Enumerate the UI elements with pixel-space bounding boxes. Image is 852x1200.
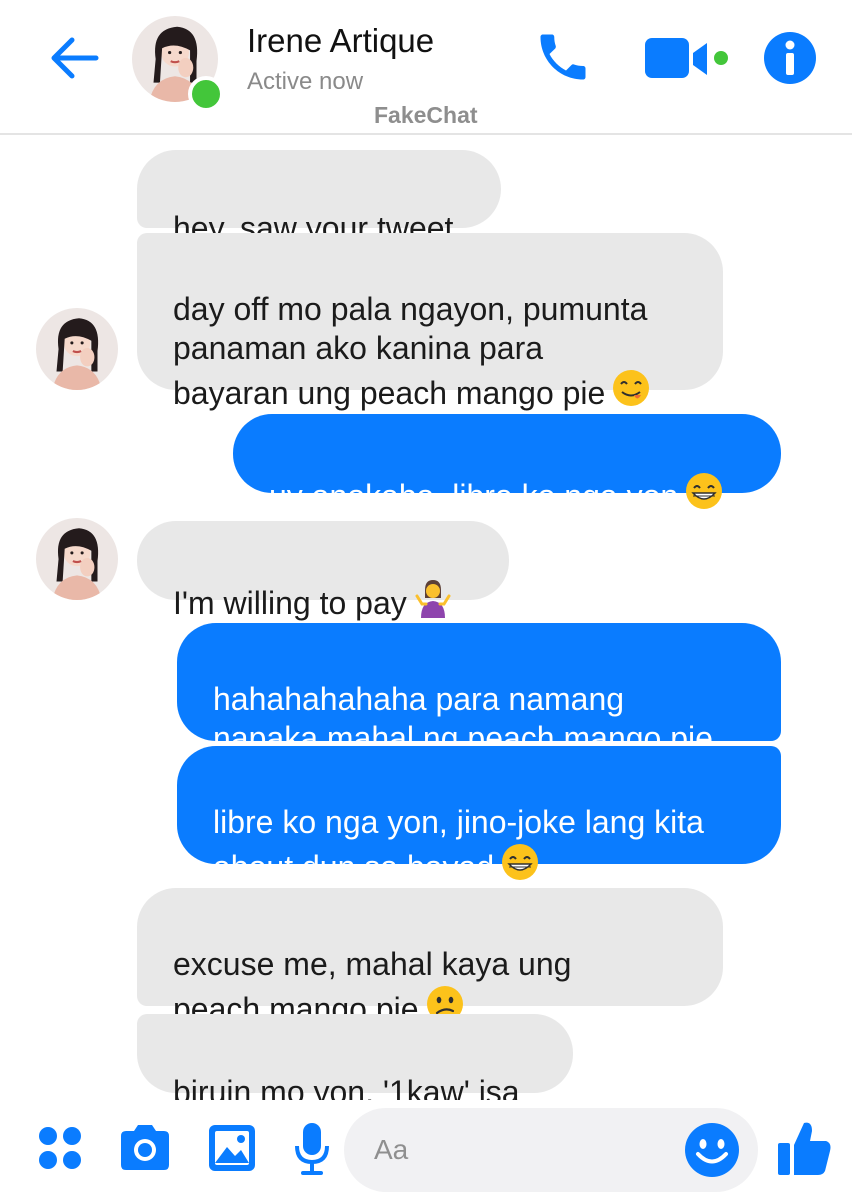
like-button[interactable] — [776, 1117, 834, 1179]
message-bubble-incoming[interactable]: I'm willing to pay — [137, 521, 509, 621]
message-bubble-outgoing[interactable]: uy anokaba, libre ko nga yon — [233, 414, 781, 514]
chat-header: Irene Artique Active now FakeChat — [0, 0, 852, 134]
message-text: day off mo pala ngayon, pumunta panaman … — [173, 291, 648, 411]
grinning-squinting-face-emoji — [684, 471, 724, 511]
emoji-button[interactable] — [683, 1121, 741, 1179]
voice-call-button[interactable] — [532, 26, 594, 88]
message-input[interactable]: Aa — [344, 1108, 758, 1192]
video-camera-icon — [645, 38, 728, 78]
message-bubble-outgoing[interactable]: hahahahahaha para namang napaka mahal ng… — [177, 623, 781, 756]
contact-status: Active now — [247, 68, 364, 95]
camera-icon — [121, 1125, 169, 1170]
emoji-icon — [685, 1123, 739, 1177]
info-icon — [764, 32, 816, 84]
video-call-button[interactable] — [643, 34, 739, 84]
grinning-squinting-face-emoji — [500, 842, 540, 882]
message-bubble-incoming[interactable]: excuse me, mahal kaya ung peach mango pi… — [137, 888, 723, 1027]
message-text: I'm willing to pay — [173, 585, 407, 621]
contact-message-avatar — [36, 308, 118, 390]
contact-name[interactable]: Irene Artique — [247, 22, 434, 60]
thumbs-up-icon — [778, 1122, 831, 1175]
message-bubble-incoming[interactable]: day off mo pala ngayon, pumunta panaman … — [137, 233, 723, 411]
menu-dots-icon — [39, 1127, 81, 1169]
watermark: FakeChat — [374, 102, 478, 128]
message-text: hahahahahaha para namang napaka mahal ng… — [213, 681, 713, 756]
gallery-button[interactable] — [206, 1122, 258, 1174]
info-button[interactable] — [762, 30, 818, 86]
more-actions-button[interactable] — [36, 1124, 86, 1174]
phone-icon — [540, 34, 586, 80]
message-text: libre ko nga yon, jino-joke lang kita ab… — [213, 804, 704, 885]
active-status-indicator — [188, 76, 224, 112]
gallery-icon — [209, 1125, 255, 1171]
message-bubble-outgoing[interactable]: libre ko nga yon, jino-joke lang kita ab… — [177, 746, 781, 885]
contact-message-avatar — [36, 518, 118, 600]
message-bubble-incoming[interactable]: hey, saw your tweet — [137, 150, 501, 246]
voice-message-button[interactable] — [292, 1120, 332, 1178]
message-text: uy anokaba, libre ko nga yon — [269, 478, 679, 514]
person-shrugging-emoji — [415, 580, 451, 618]
message-bubble-incoming[interactable]: biruin mo yon, '1kaw' isa — [137, 1014, 573, 1110]
microphone-icon — [295, 1123, 329, 1175]
camera-button[interactable] — [117, 1122, 173, 1174]
back-button[interactable] — [44, 30, 104, 86]
back-arrow-icon — [51, 37, 99, 79]
chat-screen: Irene Artique Active now FakeChat hey, s… — [0, 0, 852, 1200]
header-divider — [0, 133, 852, 135]
face-savoring-food-emoji — [613, 370, 650, 406]
message-input-placeholder: Aa — [374, 1134, 409, 1165]
